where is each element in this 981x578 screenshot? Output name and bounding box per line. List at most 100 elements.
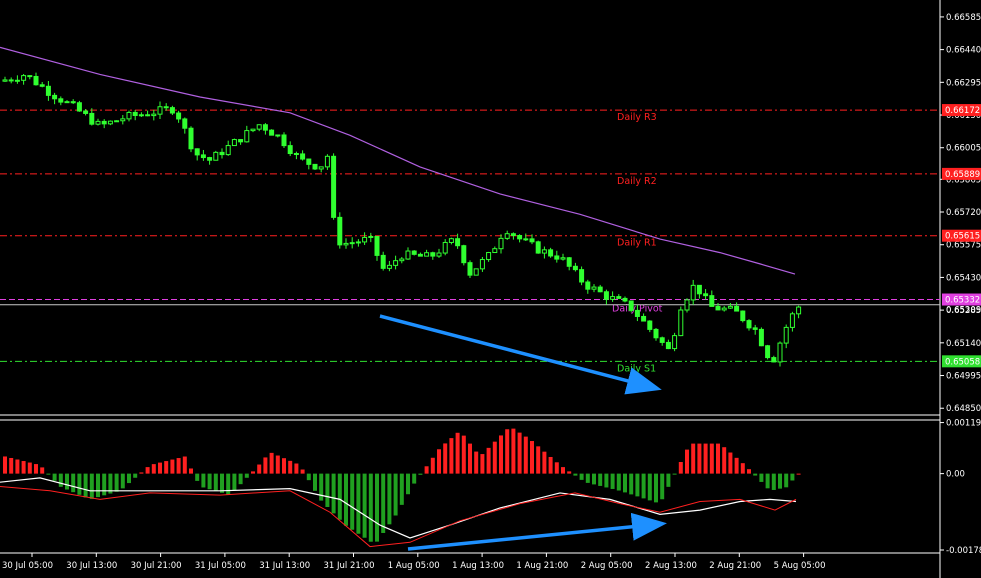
histogram-bar — [120, 473, 125, 489]
candle-body — [182, 118, 188, 129]
candle-body — [337, 216, 343, 246]
candle-body — [783, 326, 789, 344]
candle-body — [535, 241, 541, 254]
histogram-bar — [703, 443, 708, 474]
candle-body — [603, 291, 609, 300]
level-price-label: 0.66172 — [945, 106, 980, 116]
candle-body — [721, 307, 727, 311]
candle-body — [114, 120, 120, 123]
histogram-bar — [257, 464, 262, 474]
histogram-bar — [685, 449, 689, 474]
level-price-label: 0.65889 — [945, 170, 980, 180]
histogram-bar — [796, 473, 801, 475]
price-tick-label: 0.66005 — [946, 144, 981, 154]
histogram-bar — [492, 441, 497, 474]
histogram-bar — [778, 473, 782, 489]
histogram-bar — [182, 456, 187, 474]
candle-body — [703, 293, 709, 297]
candle-body — [727, 305, 733, 309]
histogram-bar — [660, 473, 665, 500]
histogram-bar — [58, 473, 63, 487]
time-tick-label: 2 Aug 13:00 — [645, 561, 697, 571]
candle-body — [684, 299, 690, 311]
candle-body — [560, 257, 566, 260]
histogram-bar — [288, 460, 293, 474]
candle-body — [430, 252, 436, 257]
candle-body — [157, 106, 163, 115]
histogram-bar — [604, 473, 609, 488]
candle-body — [176, 112, 182, 120]
histogram-bar — [641, 473, 646, 499]
candle-body — [442, 241, 448, 254]
histogram-bar — [15, 459, 20, 474]
price-tick-label: 0.66585 — [946, 13, 981, 23]
candle-body — [455, 238, 461, 247]
candle-body — [207, 157, 213, 161]
candle-body — [83, 110, 89, 114]
candle-body — [665, 341, 671, 350]
histogram-bar — [759, 473, 764, 482]
candle-body — [634, 309, 640, 317]
histogram-bar — [530, 441, 534, 474]
candle-body — [281, 134, 287, 147]
histogram-bar — [9, 457, 14, 474]
histogram-bar — [226, 473, 231, 495]
candle-body — [473, 268, 479, 276]
histogram-bar — [102, 473, 107, 496]
candle-body — [585, 281, 591, 290]
histogram-bar — [368, 473, 373, 542]
candle-body — [188, 127, 194, 150]
candle-body — [213, 151, 219, 161]
candle-body — [380, 254, 386, 269]
candle-body — [678, 309, 684, 337]
histogram-bar — [306, 473, 311, 481]
histogram-bar — [319, 473, 324, 501]
histogram-bar — [393, 473, 398, 516]
histogram-bar — [753, 473, 758, 476]
histogram-bar — [238, 473, 243, 485]
osc-tick-label: -0.00178 — [946, 546, 981, 556]
histogram-bar — [201, 473, 206, 488]
histogram-bar — [46, 473, 51, 475]
histogram-bar — [399, 473, 404, 505]
histogram-bar — [3, 456, 7, 474]
candle-body — [448, 238, 454, 243]
histogram-bar — [740, 463, 745, 474]
histogram-bar — [623, 473, 627, 493]
histogram-bar — [418, 473, 423, 475]
candle-body — [752, 327, 758, 330]
histogram-bar — [461, 435, 466, 474]
pivot-level-label: Daily R2 — [617, 176, 657, 187]
candle-body — [76, 102, 82, 112]
candle-body — [331, 155, 337, 218]
candle-body — [151, 113, 157, 117]
histogram-bar — [443, 443, 448, 474]
candle-body — [349, 242, 355, 245]
histogram-bar — [170, 459, 175, 474]
candle-body — [696, 284, 702, 295]
candle-body — [616, 296, 622, 299]
histogram-bar — [486, 447, 491, 474]
histogram-bar — [672, 473, 677, 475]
candle-body — [120, 118, 126, 122]
candle-body — [52, 94, 58, 100]
candle-body — [374, 235, 380, 256]
candle-body — [70, 101, 76, 104]
histogram-bar — [189, 468, 193, 474]
candle-body — [436, 252, 442, 257]
histogram-bar — [269, 452, 274, 474]
histogram-bar — [251, 471, 255, 474]
level-price-label: 0.65058 — [945, 357, 980, 367]
candle-body — [169, 107, 175, 114]
time-tick-label: 2 Aug 21:00 — [709, 561, 761, 571]
candle-body — [132, 111, 138, 116]
histogram-bar — [83, 473, 88, 498]
candle-body — [275, 134, 281, 137]
histogram-bar — [691, 443, 696, 474]
candle-body — [796, 306, 802, 315]
candle-body — [312, 163, 318, 170]
histogram-bar — [523, 436, 528, 474]
histogram-bar — [139, 472, 144, 474]
time-tick-label: 30 Jul 13:00 — [66, 561, 117, 571]
price-tick-label: 0.64850 — [946, 404, 981, 414]
